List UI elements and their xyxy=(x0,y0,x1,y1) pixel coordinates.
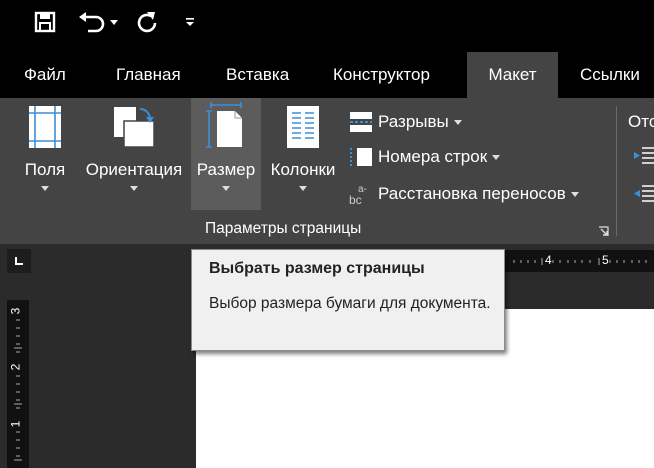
margins-label: Поля xyxy=(24,160,66,179)
line-numbers-label: Номера строк xyxy=(378,147,488,166)
group-separator xyxy=(616,106,617,236)
tab-selector[interactable] xyxy=(7,249,31,273)
ruler-mark-5: 5 xyxy=(602,253,609,267)
tab-layout[interactable]: Макет xyxy=(467,52,558,98)
hyphenation-button[interactable]: a- bc Расстановка переносов xyxy=(348,182,579,206)
indent-left-icon[interactable] xyxy=(634,146,654,169)
margins-dropdown-arrow xyxy=(41,186,49,191)
tab-design[interactable]: Конструктор xyxy=(333,52,430,98)
save-icon xyxy=(34,11,56,38)
page-setup-dialog-launcher[interactable] xyxy=(598,224,609,242)
ruler-mark-4: 4 xyxy=(545,253,552,267)
size-dropdown-arrow xyxy=(222,186,230,191)
vruler-mark-3: 3 xyxy=(8,307,23,315)
vertical-ruler[interactable]: 3 2 1 xyxy=(7,300,29,468)
group-label-page-setup: Параметры страницы xyxy=(205,220,362,237)
ribbon-tabs: Файл Главная Вставка Конструктор Макет С… xyxy=(0,52,654,98)
customize-qat-button[interactable] xyxy=(180,8,200,40)
dialog-launcher-icon xyxy=(598,224,609,241)
size-icon xyxy=(206,101,246,154)
orientation-label: Ориентация xyxy=(85,160,183,179)
undo-button[interactable] xyxy=(74,8,122,40)
margins-icon xyxy=(28,105,62,154)
tooltip-description: Выбор размера бумаги для документа. xyxy=(209,295,491,312)
redo-button[interactable] xyxy=(132,8,162,40)
columns-icon xyxy=(286,105,320,154)
columns-button[interactable]: Колонки xyxy=(264,98,342,210)
columns-dropdown-arrow xyxy=(299,186,307,191)
breaks-button[interactable]: Разрывы xyxy=(348,110,462,134)
tooltip-title: Выбрать размер страницы xyxy=(209,260,425,277)
breaks-icon xyxy=(348,111,374,133)
vruler-mark-1: 1 xyxy=(8,420,23,428)
line-numbers-dropdown-arrow xyxy=(492,154,501,160)
hyphenation-icon: a- bc xyxy=(348,183,374,205)
margins-button[interactable]: Поля xyxy=(14,98,76,210)
save-button[interactable] xyxy=(30,8,60,40)
size-tooltip: Выбрать размер страницы Выбор размера бу… xyxy=(191,249,505,351)
undo-icon xyxy=(76,11,120,38)
indent-group-label-partial: Отс xyxy=(628,112,654,131)
redo-icon xyxy=(136,11,158,38)
tab-home[interactable]: Главная xyxy=(116,52,181,98)
size-button[interactable]: Размер xyxy=(191,98,261,210)
svg-text:bc: bc xyxy=(349,193,362,205)
line-numbers-icon xyxy=(348,146,374,168)
columns-label: Колонки xyxy=(270,160,336,179)
customize-qat-icon xyxy=(184,15,196,33)
line-numbers-button[interactable]: Номера строк xyxy=(348,145,501,169)
orientation-dropdown-arrow xyxy=(130,186,138,191)
size-label: Размер xyxy=(196,160,256,179)
quick-access-toolbar xyxy=(0,0,654,50)
vruler-mark-2: 2 xyxy=(8,363,23,371)
indent-right-icon[interactable] xyxy=(634,184,654,207)
breaks-dropdown-arrow xyxy=(453,119,462,125)
breaks-label: Разрывы xyxy=(378,112,449,131)
orientation-icon xyxy=(112,105,156,154)
tab-insert[interactable]: Вставка xyxy=(226,52,289,98)
hyphenation-label: Расстановка переносов xyxy=(378,184,566,203)
ribbon-panel: Поля Ориентация Размер Колонки Разрывы Н… xyxy=(0,98,654,244)
orientation-button[interactable]: Ориентация xyxy=(80,98,188,210)
hyphenation-dropdown-arrow xyxy=(570,191,579,197)
tab-file[interactable]: Файл xyxy=(24,52,66,98)
tab-references[interactable]: Ссылки xyxy=(580,52,640,98)
